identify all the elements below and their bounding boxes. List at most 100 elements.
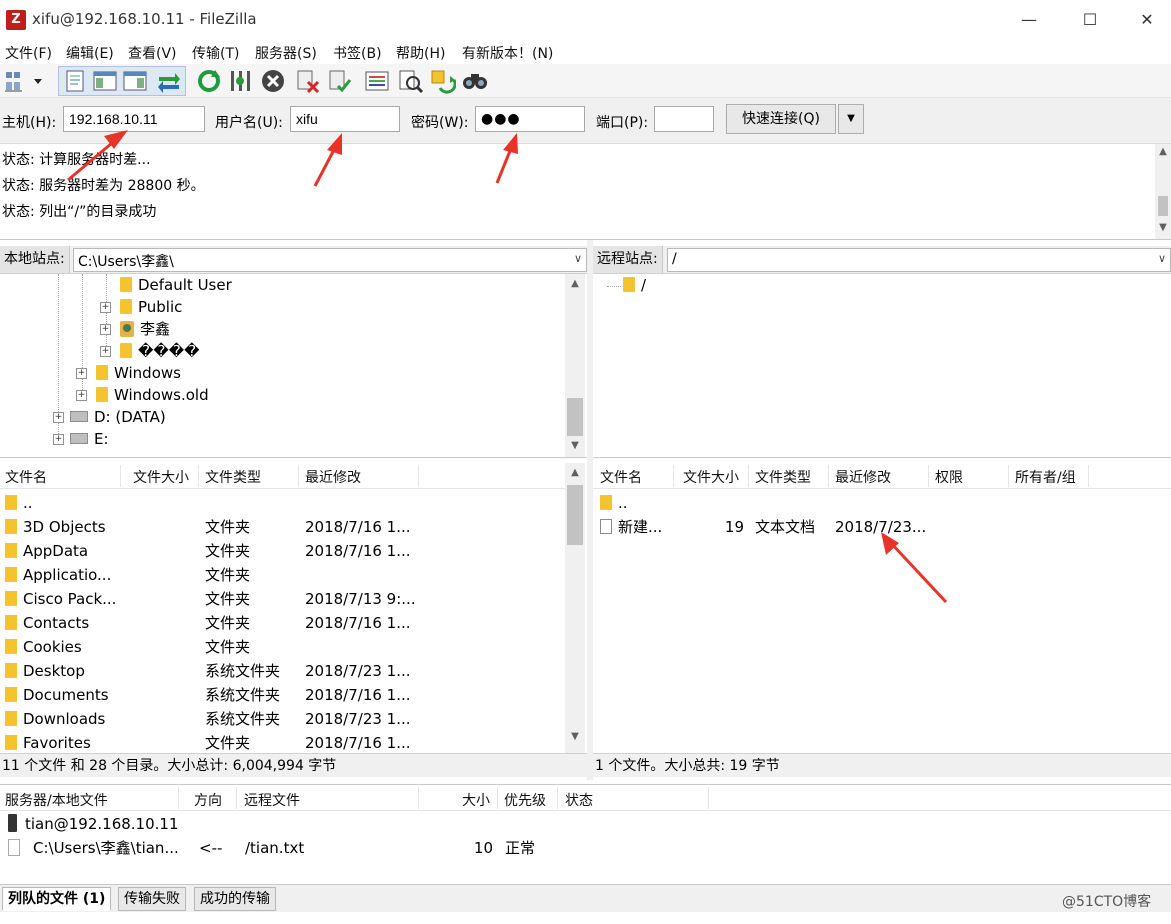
close-icon[interactable]: ✕ bbox=[1124, 4, 1170, 36]
col-filename[interactable]: 文件名 bbox=[5, 467, 47, 487]
col-filename[interactable]: 文件名 bbox=[600, 467, 642, 487]
scroll-up-icon[interactable]: ▲ bbox=[565, 278, 585, 289]
col-owner[interactable]: 所有者/组 bbox=[1015, 467, 1076, 487]
col-modified[interactable]: 最近修改 bbox=[305, 467, 361, 487]
col-server-local[interactable]: 服务器/本地文件 bbox=[5, 790, 108, 810]
tree-item-drive-e[interactable]: E: bbox=[70, 428, 109, 450]
col-divider[interactable] bbox=[198, 465, 199, 487]
toggle-remote-tree-icon[interactable] bbox=[122, 68, 148, 94]
file-row[interactable]: 新建... 19 文本文档 2018/7/23... bbox=[600, 515, 1160, 539]
username-input[interactable] bbox=[290, 106, 400, 132]
quickconnect-dropdown-icon[interactable]: ▼ bbox=[838, 104, 864, 134]
file-row[interactable]: AppData 文件夹 2018/7/16 1... bbox=[5, 539, 560, 563]
queue-server-row[interactable]: tian@192.168.10.11 bbox=[5, 812, 405, 836]
file-row[interactable]: Documents 系统文件夹 2018/7/16 1... bbox=[5, 683, 560, 707]
tree-item-user-home[interactable]: 李鑫 bbox=[120, 318, 170, 340]
file-row[interactable]: 3D Objects 文件夹 2018/7/16 1... bbox=[5, 515, 560, 539]
scroll-thumb[interactable] bbox=[567, 398, 583, 436]
password-input[interactable]: ●●● bbox=[475, 106, 585, 132]
menu-file[interactable]: 文件(F) bbox=[5, 43, 52, 63]
remote-path-combo[interactable]: / ∨ bbox=[667, 248, 1171, 272]
process-queue-icon[interactable] bbox=[228, 68, 254, 94]
file-row[interactable]: Favorites 文件夹 2018/7/16 1... bbox=[5, 731, 560, 753]
expand-icon[interactable]: + bbox=[76, 390, 87, 401]
col-divider[interactable] bbox=[236, 787, 237, 809]
col-divider[interactable] bbox=[1088, 465, 1089, 487]
search-icon[interactable] bbox=[462, 68, 488, 94]
menu-transfer[interactable]: 传输(T) bbox=[192, 43, 239, 63]
scroll-down-icon[interactable]: ▼ bbox=[565, 440, 585, 451]
col-divider[interactable] bbox=[497, 787, 498, 809]
menu-edit[interactable]: 编辑(E) bbox=[66, 43, 114, 63]
log-scrollbar[interactable]: ▲ ▼ bbox=[1155, 144, 1171, 239]
col-divider[interactable] bbox=[557, 787, 558, 809]
file-row[interactable]: Applicatio... 文件夹 bbox=[5, 563, 560, 587]
file-row[interactable]: Downloads 系统文件夹 2018/7/23 1... bbox=[5, 707, 560, 731]
toggle-local-tree-icon[interactable] bbox=[92, 68, 118, 94]
menu-server[interactable]: 服务器(S) bbox=[255, 43, 317, 63]
col-filesize[interactable]: 文件大小 bbox=[683, 467, 739, 487]
port-input[interactable] bbox=[654, 106, 714, 132]
col-direction[interactable]: 方向 bbox=[194, 790, 222, 810]
directory-filter-icon[interactable] bbox=[364, 68, 390, 94]
col-modified[interactable]: 最近修改 bbox=[835, 467, 891, 487]
tree-item-public[interactable]: Public bbox=[120, 296, 182, 318]
tree-item-drive-d[interactable]: D: (DATA) bbox=[70, 406, 166, 428]
local-path-combo[interactable]: C:\Users\李鑫\ ∨ bbox=[73, 248, 587, 272]
scroll-up-icon[interactable]: ▲ bbox=[565, 467, 585, 478]
col-divider[interactable] bbox=[418, 465, 419, 487]
cancel-icon[interactable] bbox=[260, 68, 286, 94]
col-filetype[interactable]: 文件类型 bbox=[755, 467, 811, 487]
expand-icon[interactable]: + bbox=[100, 302, 111, 313]
tree-item-unknown[interactable]: ���� bbox=[120, 340, 200, 362]
col-status[interactable]: 状态 bbox=[565, 790, 593, 810]
col-divider[interactable] bbox=[748, 465, 749, 487]
compare-icon[interactable] bbox=[430, 68, 456, 94]
col-divider[interactable] bbox=[418, 787, 419, 809]
tab-failed-transfers[interactable]: 传输失败 bbox=[118, 887, 186, 911]
menu-new-version[interactable]: 有新版本！(N) bbox=[462, 43, 553, 63]
col-divider[interactable] bbox=[928, 465, 929, 487]
menu-view[interactable]: 查看(V) bbox=[128, 43, 177, 63]
sync-browse-icon[interactable] bbox=[398, 68, 424, 94]
local-tree-scrollbar[interactable]: ▲ ▼ bbox=[565, 274, 585, 457]
expand-icon[interactable]: + bbox=[100, 346, 111, 357]
queue-item-row[interactable]: C:\Users\李鑫\tian... <-- /tian.txt 10 正常 bbox=[5, 836, 705, 860]
file-row[interactable]: Cisco Pack... 文件夹 2018/7/13 9:... bbox=[5, 587, 560, 611]
disconnect-icon[interactable] bbox=[294, 68, 320, 94]
col-size[interactable]: 大小 bbox=[462, 790, 490, 810]
maximize-icon[interactable]: ☐ bbox=[1067, 4, 1113, 36]
expand-icon[interactable]: + bbox=[53, 412, 64, 423]
file-row[interactable]: Desktop 系统文件夹 2018/7/23 1... bbox=[5, 659, 560, 683]
tree-item-default-user[interactable]: Default User bbox=[120, 274, 232, 296]
col-permissions[interactable]: 权限 bbox=[935, 467, 963, 487]
menu-help[interactable]: 帮助(H) bbox=[396, 43, 445, 63]
col-filetype[interactable]: 文件类型 bbox=[205, 467, 261, 487]
scroll-down-icon[interactable]: ▼ bbox=[1155, 222, 1171, 233]
refresh-icon[interactable] bbox=[196, 68, 222, 94]
expand-icon[interactable]: + bbox=[76, 368, 87, 379]
chevron-down-icon[interactable]: ∨ bbox=[1158, 252, 1166, 265]
col-divider[interactable] bbox=[298, 465, 299, 487]
col-divider[interactable] bbox=[1008, 465, 1009, 487]
host-input[interactable] bbox=[63, 106, 205, 132]
toggle-log-icon[interactable] bbox=[62, 68, 88, 94]
expand-icon[interactable]: + bbox=[53, 434, 64, 445]
reconnect-icon[interactable] bbox=[326, 68, 352, 94]
file-row[interactable]: .. bbox=[5, 491, 560, 515]
scroll-down-icon[interactable]: ▼ bbox=[565, 731, 585, 742]
tab-queued-files[interactable]: 列队的文件 (1) bbox=[2, 887, 112, 911]
site-manager-dropdown-icon[interactable] bbox=[30, 68, 46, 94]
menu-bookmarks[interactable]: 书签(B) bbox=[333, 43, 382, 63]
col-remote-file[interactable]: 远程文件 bbox=[244, 790, 300, 810]
site-manager-icon[interactable] bbox=[4, 68, 30, 94]
tab-successful-transfers[interactable]: 成功的传输 bbox=[194, 887, 276, 911]
col-divider[interactable] bbox=[708, 787, 709, 809]
col-filesize[interactable]: 文件大小 bbox=[133, 467, 189, 487]
tree-item-root[interactable]: / bbox=[623, 274, 646, 296]
scroll-thumb[interactable] bbox=[567, 485, 583, 545]
tree-item-windows-old[interactable]: Windows.old bbox=[96, 384, 209, 406]
col-divider[interactable] bbox=[673, 465, 674, 487]
expand-icon[interactable]: + bbox=[100, 324, 111, 335]
file-row[interactable]: Contacts 文件夹 2018/7/16 1... bbox=[5, 611, 560, 635]
